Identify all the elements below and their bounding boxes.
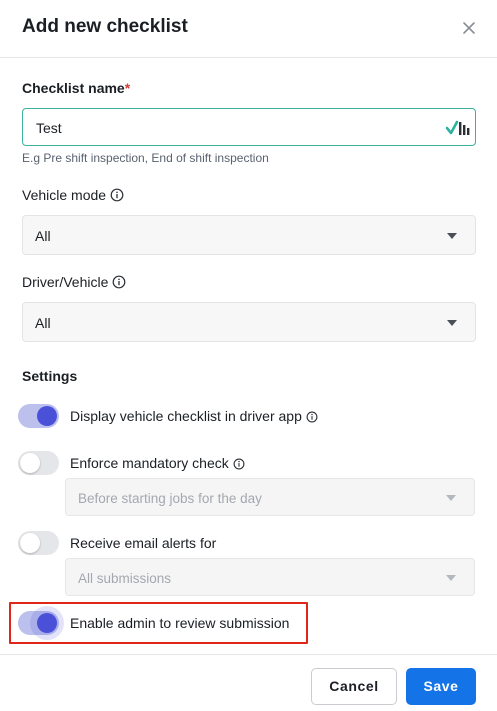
checklist-name-hint: E.g Pre shift inspection, End of shift i… — [22, 151, 269, 165]
vehicle-mode-label-text: Vehicle mode — [22, 187, 107, 203]
email-alerts-toggle[interactable] — [18, 531, 59, 555]
save-button[interactable]: Save — [406, 668, 476, 705]
driver-vehicle-label: Driver/Vehicle — [22, 274, 126, 292]
checklist-name-value[interactable]: Test — [36, 120, 62, 136]
email-alerts-label: Receive email alerts for — [70, 535, 217, 551]
info-icon[interactable] — [110, 188, 124, 205]
enforce-mandatory-select[interactable]: Before starting jobs for the day — [65, 478, 475, 516]
dialog-title: Add new checklist — [22, 16, 188, 37]
vehicle-mode-value: All — [35, 228, 51, 244]
highlight-box — [9, 602, 308, 644]
email-alerts-select[interactable]: All submissions — [65, 558, 475, 596]
checklist-name-input[interactable]: Test — [22, 108, 476, 146]
info-icon[interactable] — [112, 275, 126, 292]
enforce-mandatory-toggle[interactable] — [18, 451, 59, 475]
close-icon[interactable] — [460, 19, 478, 37]
vehicle-mode-label: Vehicle mode — [22, 187, 124, 205]
caret-down-icon — [447, 320, 457, 326]
display-checklist-label: Display vehicle checklist in driver app — [70, 408, 318, 426]
toggle-knob — [20, 533, 40, 553]
checklist-name-label: Checklist name* — [22, 80, 130, 96]
enforce-mandatory-value: Before starting jobs for the day — [78, 491, 262, 506]
caret-down-icon — [447, 233, 457, 239]
driver-vehicle-select[interactable]: All — [22, 302, 476, 342]
display-checklist-label-text: Display vehicle checklist in driver app — [70, 408, 302, 424]
driver-vehicle-value: All — [35, 315, 51, 331]
required-mark: * — [124, 80, 131, 96]
caret-down-icon — [446, 575, 456, 581]
driver-vehicle-label-text: Driver/Vehicle — [22, 274, 109, 290]
checklist-name-label-text: Checklist name — [22, 80, 125, 96]
settings-heading: Settings — [22, 368, 78, 384]
toggle-knob — [20, 453, 40, 473]
info-icon[interactable] — [233, 457, 245, 473]
enforce-mandatory-label: Enforce mandatory check — [70, 455, 245, 473]
email-alerts-value: All submissions — [78, 571, 172, 586]
cancel-button[interactable]: Cancel — [311, 668, 397, 705]
vehicle-mode-select[interactable]: All — [22, 215, 476, 255]
caret-down-icon — [446, 495, 456, 501]
display-checklist-toggle[interactable] — [18, 404, 59, 428]
dialog-header: Add new checklist — [0, 0, 497, 58]
enforce-mandatory-label-text: Enforce mandatory check — [70, 455, 229, 471]
password-manager-icon[interactable] — [445, 119, 470, 142]
toggle-knob — [37, 406, 57, 426]
info-icon[interactable] — [306, 410, 318, 426]
